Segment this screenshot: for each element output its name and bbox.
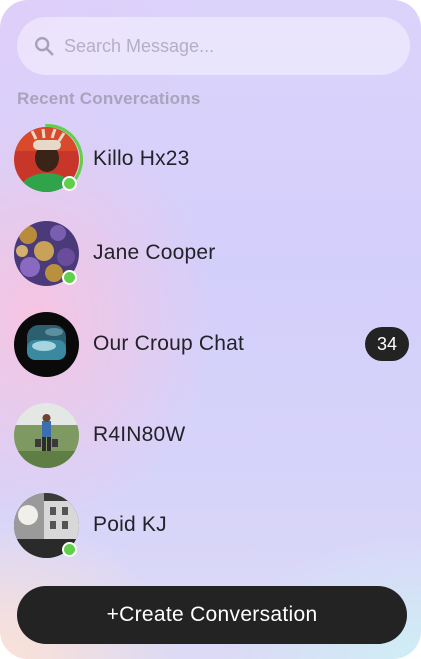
conversation-name: Our Croup Chat xyxy=(93,332,245,355)
conversation-name: Jane Cooper xyxy=(93,241,216,264)
unread-count-badge: 34 xyxy=(365,327,409,361)
avatar xyxy=(14,492,79,558)
online-indicator xyxy=(62,541,77,557)
search-bar[interactable] xyxy=(17,17,410,75)
conversation-name: R4IN80W xyxy=(93,423,186,446)
section-title: Recent Convercations xyxy=(17,89,201,108)
search-input[interactable] xyxy=(64,35,384,57)
avatar xyxy=(14,220,79,286)
conversation-item-our-croup-chat[interactable]: Our Croup Chat 34 xyxy=(14,311,409,377)
online-indicator xyxy=(62,269,77,285)
avatar xyxy=(14,123,83,192)
conversation-name: Killo Hx23 xyxy=(93,147,190,170)
conversation-item-jane-cooper[interactable]: Jane Cooper xyxy=(14,220,409,286)
create-conversation-button[interactable]: +Create Conversation xyxy=(17,586,407,644)
conversation-item-poid-kj[interactable]: Poid KJ xyxy=(14,492,409,558)
conversations-panel: Recent Convercations xyxy=(0,0,421,659)
avatar xyxy=(14,311,79,377)
online-indicator xyxy=(62,175,77,191)
search-icon xyxy=(35,37,54,56)
avatar xyxy=(14,402,79,468)
conversation-item-r4in80w[interactable]: R4IN80W xyxy=(14,402,409,468)
conversation-item-killo-hx23[interactable]: Killo Hx23 xyxy=(14,123,409,192)
conversation-name: Poid KJ xyxy=(93,513,167,536)
